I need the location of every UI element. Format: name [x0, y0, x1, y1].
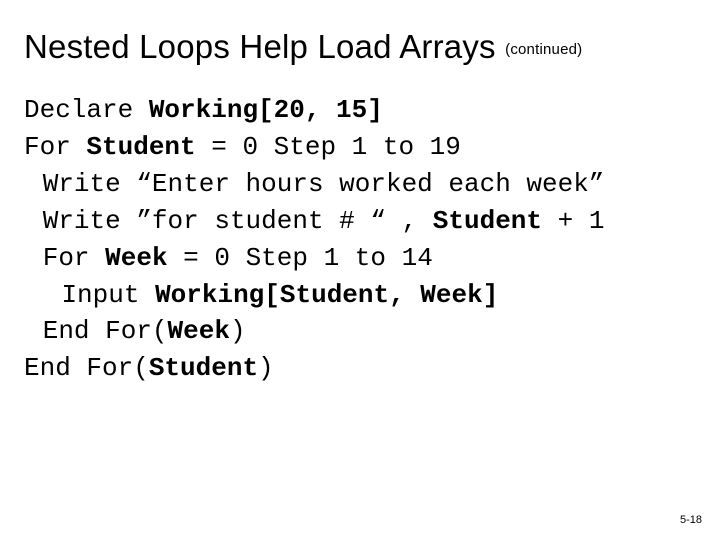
for-inner-range: = 0 Step 1 to 14 — [168, 243, 433, 273]
page-number: 5-18 — [680, 514, 702, 526]
var-student-ref: Student — [433, 206, 542, 236]
array-decl: Working[20, 15] — [149, 95, 383, 125]
end-for-outer-a: End For( — [24, 353, 149, 383]
end-for-inner-b: ) — [230, 316, 246, 346]
kw-for-outer: For — [24, 132, 86, 162]
code-line-5: For Week = 0 Step 1 to 14 — [24, 240, 433, 277]
var-week: Week — [105, 243, 167, 273]
code-block: Declare Working[20, 15] For Student = 0 … — [24, 92, 696, 387]
code-line-1: Declare Working[20, 15] — [24, 95, 383, 125]
code-line-7: End For(Week) — [24, 313, 246, 350]
code-line-8: End For(Student) — [24, 353, 274, 383]
end-for-outer-b: ) — [258, 353, 274, 383]
kw-input: Input — [61, 280, 155, 310]
end-for-outer-var: Student — [149, 353, 258, 383]
slide-title: Nested Loops Help Load Arrays (continued… — [24, 28, 696, 66]
title-continued: (continued) — [505, 41, 582, 58]
end-for-inner-a: End For( — [43, 316, 168, 346]
array-ref: Working[Student, Week] — [155, 280, 498, 310]
kw-declare: Declare — [24, 95, 149, 125]
write-line-2a: Write ”for student # “ , — [43, 206, 433, 236]
write-line-2b: + 1 — [542, 206, 604, 236]
slide: Nested Loops Help Load Arrays (continued… — [0, 0, 720, 540]
kw-for-inner: For — [43, 243, 105, 273]
code-line-2: For Student = 0 Step 1 to 19 — [24, 132, 461, 162]
code-line-4: Write ”for student # “ , Student + 1 — [24, 203, 604, 240]
for-outer-range: = 0 Step 1 to 19 — [196, 132, 461, 162]
var-student: Student — [86, 132, 195, 162]
title-text: Nested Loops Help Load Arrays — [24, 28, 505, 65]
end-for-inner-var: Week — [168, 316, 230, 346]
code-line-3: Write “Enter hours worked each week” — [24, 166, 604, 203]
write-line-1: Write “Enter hours worked each week” — [43, 169, 605, 199]
code-line-6: Input Working[Student, Week] — [24, 277, 498, 314]
